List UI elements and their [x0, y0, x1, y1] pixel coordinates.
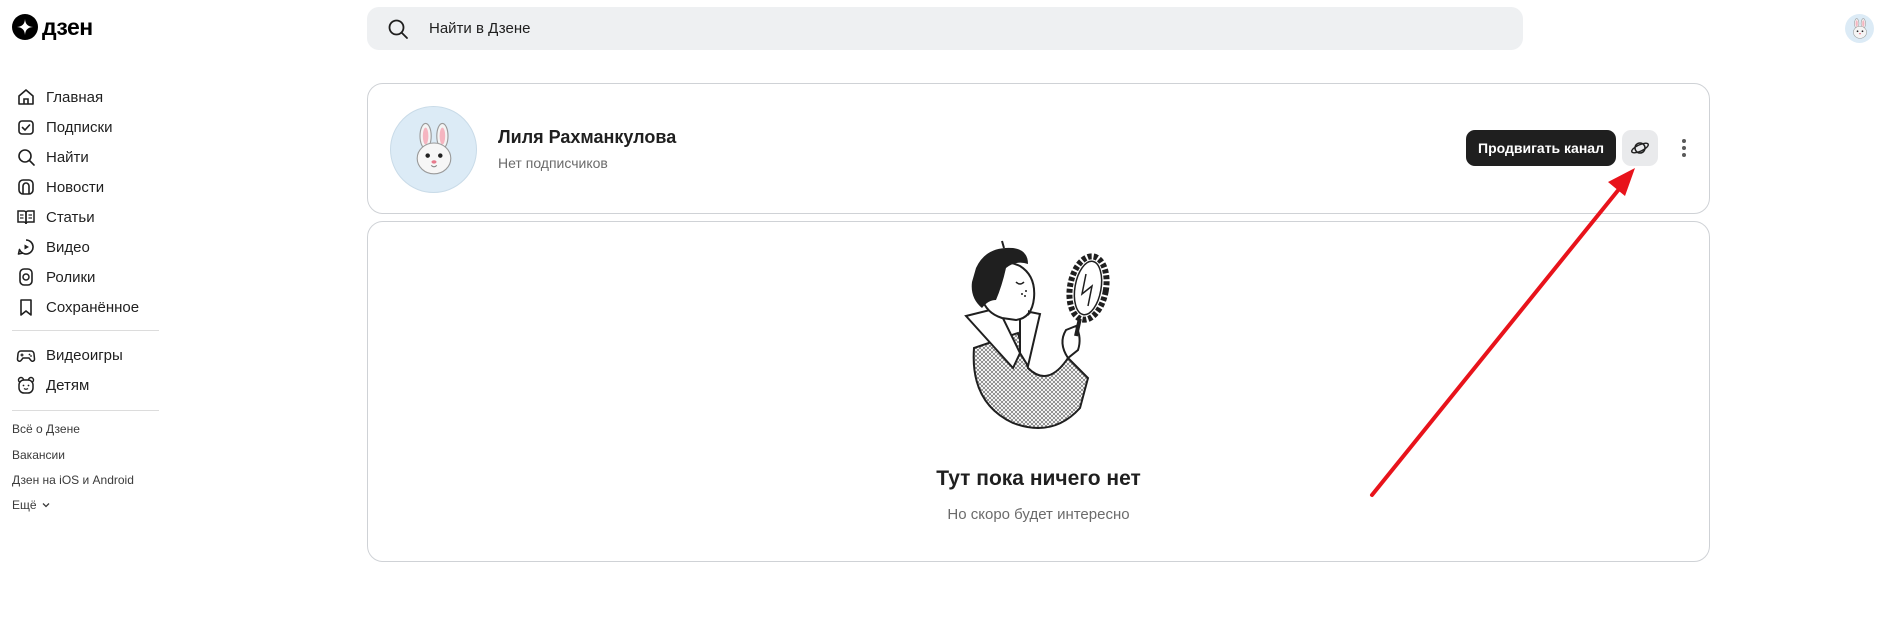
articles-icon	[17, 210, 35, 225]
sidebar-item-label: Видеоигры	[46, 346, 123, 364]
gamepad-icon	[16, 350, 36, 362]
channel-name: Лиля Рахманкулова	[498, 127, 677, 147]
sidebar-item-label: Сохранённое	[46, 298, 140, 316]
more-dot	[1682, 153, 1686, 157]
subscriptions-icon	[18, 120, 34, 135]
sidebar-item-label: Найти	[46, 148, 89, 166]
sidebar-divider	[12, 330, 159, 331]
channel-settings-button[interactable]	[1622, 130, 1658, 166]
logo-text: дзен	[42, 13, 93, 40]
sidebar-item-label: Видео	[46, 238, 90, 256]
sidebar-item-video[interactable]: Видео	[16, 234, 90, 260]
promote-channel-button[interactable]: Продвигать канал	[1466, 130, 1616, 166]
sidebar-divider	[12, 410, 159, 411]
planet-icon	[1631, 142, 1649, 154]
sidebar-item-shorts[interactable]: Ролики	[16, 264, 95, 290]
sidebar-item-kids[interactable]: Детям	[16, 372, 89, 398]
sidebar-item-label: Детям	[46, 376, 90, 394]
sidebar-item-label: Статьи	[46, 208, 95, 226]
search-placeholder: Найти в Дзене	[429, 20, 531, 37]
empty-state-title: Тут пока ничего нет	[936, 467, 1141, 490]
video-icon	[17, 239, 34, 255]
sidebar-item-saved[interactable]: Сохранённое	[16, 294, 139, 320]
news-icon	[18, 179, 34, 195]
empty-state-subtitle: Но скоро будет интересно	[947, 506, 1130, 523]
dzen-logo[interactable]: дзен	[12, 14, 93, 40]
dzen-star-icon	[12, 14, 38, 40]
footer-more-button[interactable]: Ещё	[12, 498, 51, 512]
sidebar-item-subscriptions[interactable]: Подписки	[16, 114, 113, 140]
shorts-icon	[19, 268, 33, 286]
sidebar-item-search[interactable]: Найти	[16, 144, 89, 170]
kids-icon	[17, 376, 35, 394]
sidebar-item-articles[interactable]: Статьи	[16, 204, 95, 230]
sidebar-item-label: Новости	[46, 178, 105, 196]
sidebar-item-label: Главная	[46, 88, 104, 106]
home-icon	[18, 89, 34, 105]
more-dot	[1682, 146, 1686, 150]
sidebar-item-label: Ролики	[46, 268, 96, 286]
chevron-down-icon	[42, 503, 50, 508]
bunny-avatar-icon	[416, 122, 451, 174]
bookmark-icon	[20, 299, 32, 316]
subscriber-count: Нет подписчиков	[498, 155, 608, 171]
footer-link-about[interactable]: Всё о Дзене	[12, 422, 80, 436]
sidebar-item-videogames[interactable]: Видеоигры	[16, 342, 123, 368]
channel-header-card: Лиля Рахманкулова Нет подписчиков Продви…	[367, 83, 1710, 214]
more-dot	[1682, 139, 1686, 143]
more-options-button[interactable]	[1673, 130, 1695, 166]
footer-more-label: Ещё	[12, 498, 37, 512]
search-icon	[388, 19, 408, 39]
sidebar-item-label: Подписки	[46, 118, 113, 136]
sidebar-item-home[interactable]: Главная	[16, 84, 103, 110]
search-icon	[18, 149, 35, 166]
user-avatar[interactable]	[1845, 14, 1874, 43]
bunny-avatar-icon	[1852, 17, 1867, 39]
search-bar[interactable]: Найти в Дзене	[367, 7, 1523, 50]
sidebar-item-news[interactable]: Новости	[16, 174, 104, 200]
footer-link-apps[interactable]: Дзен на iOS и Android	[12, 473, 134, 487]
footer-link-vacancies[interactable]: Вакансии	[12, 448, 65, 462]
person-with-mirror-illustration	[964, 240, 1110, 429]
channel-content-empty-state: Тут пока ничего нет Но скоро будет интер…	[367, 221, 1710, 562]
channel-avatar[interactable]	[390, 106, 477, 193]
